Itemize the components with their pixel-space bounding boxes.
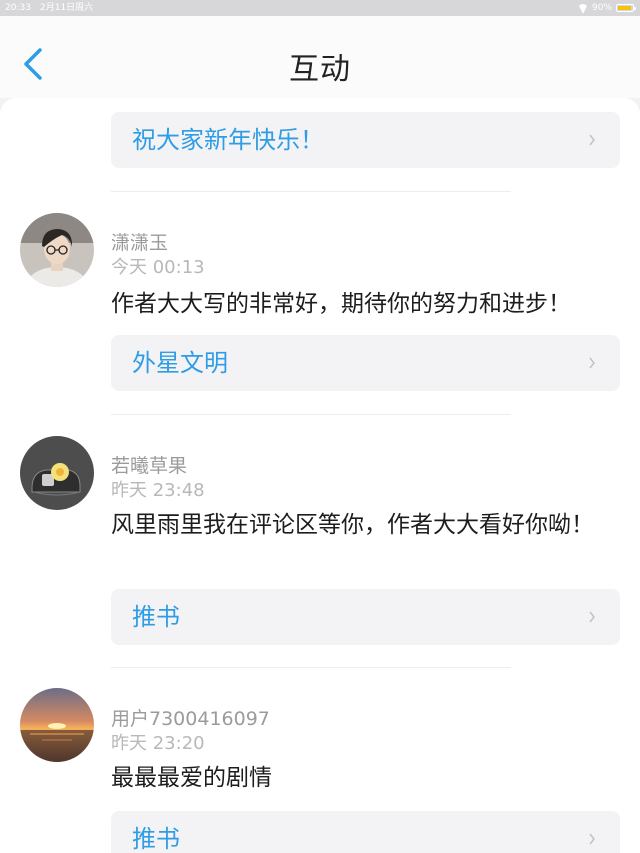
avatar[interactable] bbox=[20, 436, 94, 510]
battery-fill bbox=[618, 6, 631, 10]
chevron-right-icon bbox=[589, 134, 595, 146]
reference-card[interactable]: 推书 bbox=[111, 589, 620, 645]
status-date: 2月11日周六 bbox=[40, 3, 94, 13]
username[interactable]: 若曦草果 bbox=[111, 451, 187, 478]
divider bbox=[111, 667, 511, 668]
chevron-right-icon bbox=[589, 833, 595, 845]
timestamp: 昨天 23:20 bbox=[111, 733, 205, 754]
avatar[interactable] bbox=[20, 688, 94, 762]
page-title: 互动 bbox=[289, 52, 351, 87]
nav-bar: 互动 bbox=[0, 16, 640, 98]
battery-icon bbox=[616, 4, 636, 12]
reference-card-label: 推书 bbox=[132, 825, 180, 853]
username[interactable]: 用户7300416097 bbox=[111, 704, 270, 731]
username[interactable]: 潇潇玉 bbox=[111, 228, 168, 255]
divider bbox=[111, 191, 511, 192]
interaction-list: 祝大家新年快乐！ 潇潇玉 今天 00:13 作者大大写的非常好，期待你的努力和进… bbox=[0, 98, 640, 853]
timestamp: 今天 00:13 bbox=[111, 257, 205, 278]
reference-card-label: 外星文明 bbox=[132, 349, 228, 377]
reference-card[interactable]: 推书 bbox=[111, 811, 620, 853]
comment-text: 风里雨里我在评论区等你，作者大大看好你呦！ bbox=[111, 512, 594, 538]
reference-card-label: 祝大家新年快乐！ bbox=[132, 126, 324, 154]
chevron-right-icon bbox=[589, 357, 595, 369]
comment-text: 作者大大写的非常好，期待你的努力和进步！ bbox=[111, 291, 571, 317]
comment-text: 最最最爱的剧情 bbox=[111, 765, 272, 791]
avatar[interactable] bbox=[20, 213, 94, 287]
reference-card[interactable]: 外星文明 bbox=[111, 335, 620, 391]
status-bar: 20:33 2月11日周六 90% bbox=[0, 0, 640, 16]
reference-card[interactable]: 祝大家新年快乐！ bbox=[111, 112, 620, 168]
reference-card-label: 推书 bbox=[132, 603, 180, 631]
wifi-icon bbox=[578, 4, 588, 12]
status-time: 20:33 bbox=[5, 3, 31, 13]
battery-percent: 90% bbox=[591, 3, 612, 13]
chevron-right-icon bbox=[589, 611, 595, 623]
divider bbox=[111, 414, 511, 415]
status-right: 90% bbox=[578, 0, 636, 16]
timestamp: 昨天 23:48 bbox=[111, 480, 205, 501]
